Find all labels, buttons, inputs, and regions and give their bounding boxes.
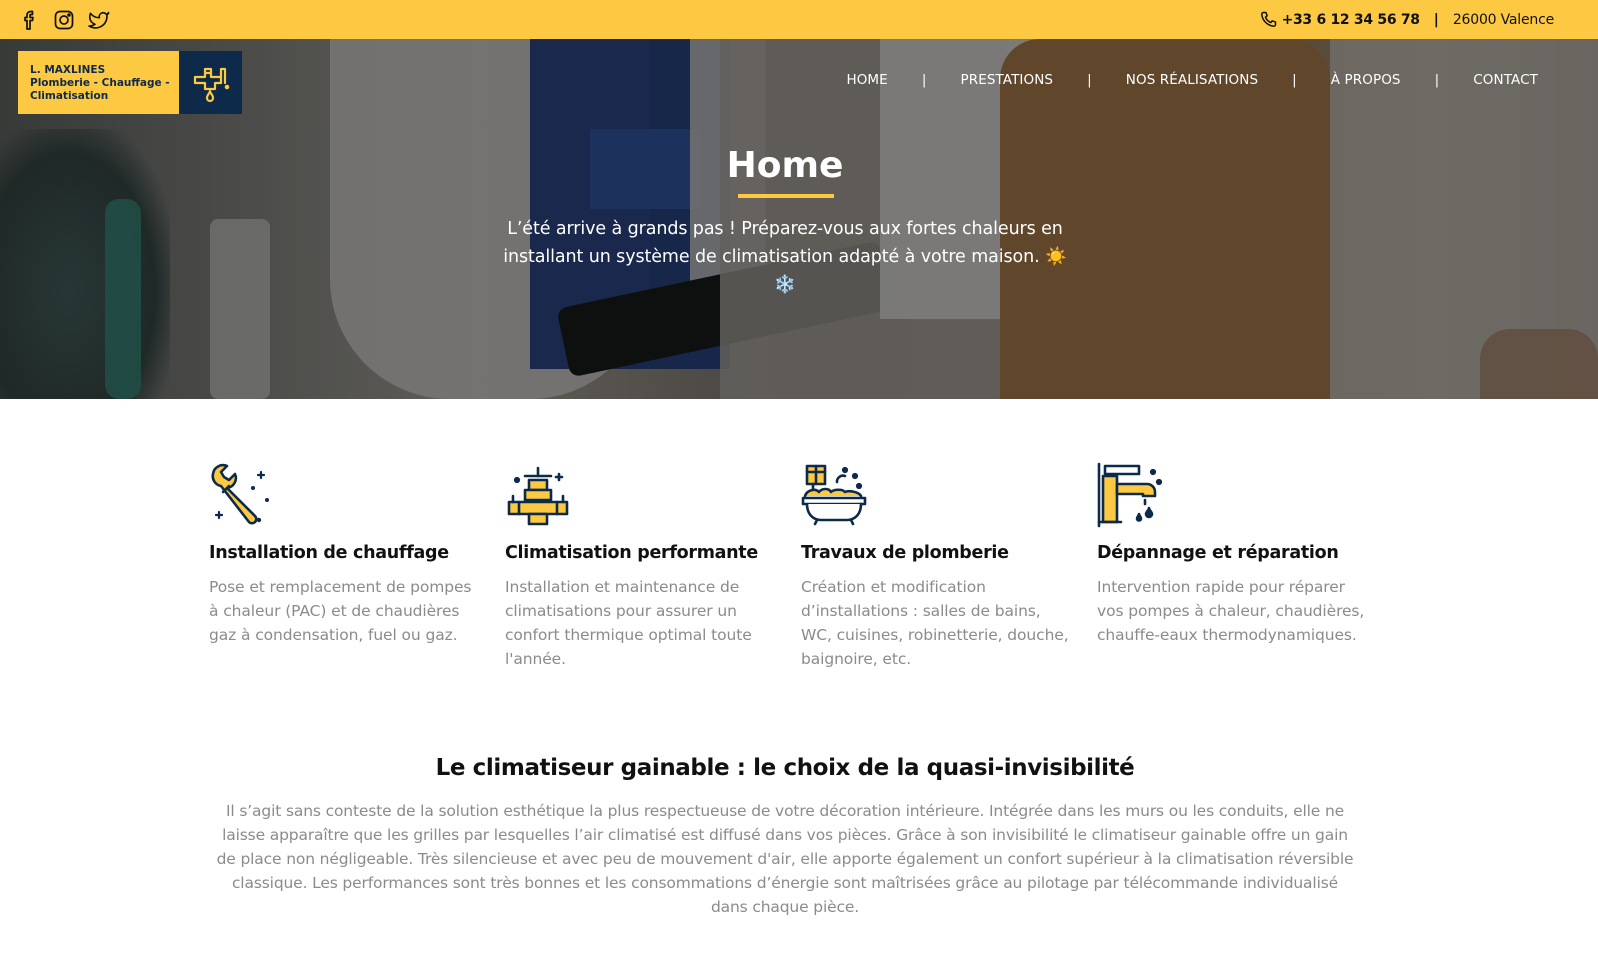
instagram-icon[interactable] xyxy=(52,8,76,32)
section-title: Le climatiseur gainable : le choix de la… xyxy=(435,755,1135,781)
service-title: Installation de chauffage xyxy=(209,543,449,563)
service-card: Dépannage et réparation Intervention rap… xyxy=(1097,462,1367,647)
bathtub-icon xyxy=(801,464,867,526)
wrench-icon xyxy=(211,463,269,525)
contact-separator: | xyxy=(1433,11,1439,28)
service-text: Pose et remplacement de pompes à chaleur… xyxy=(209,578,472,644)
service-title: Climatisation performante xyxy=(505,543,758,563)
service-text: Création et modification d’installations… xyxy=(801,578,1069,668)
phone-icon xyxy=(1260,11,1276,27)
logo-line-1: L. MAXLINES xyxy=(30,64,106,76)
twitter-icon[interactable] xyxy=(87,8,111,32)
service-text: Intervention rapide pour réparer vos pom… xyxy=(1097,578,1365,644)
service-card: Installation de chauffage Pose et rempla… xyxy=(209,462,479,647)
nav-separator: | xyxy=(1292,72,1297,88)
service-card: Climatisation performante Installation e… xyxy=(505,462,775,671)
faucet-icon xyxy=(1097,462,1163,528)
nav-realisations[interactable]: NOS RÉALISATIONS xyxy=(1126,72,1258,88)
facebook-icon[interactable] xyxy=(18,8,42,32)
service-title: Travaux de plomberie xyxy=(801,543,1009,563)
hero-text: L’été arrive à grands pas ! Préparez-vou… xyxy=(503,219,1067,295)
section-text: Il s’agit sans conteste de la solution e… xyxy=(216,802,1354,916)
logo-line-2: Plomberie - Chauffage - xyxy=(30,77,170,89)
logo-line-3: Climatisation xyxy=(30,90,109,102)
logo-pipe-icon xyxy=(179,51,242,114)
top-bar: +33 6 12 34 56 78 | 26000 Valence xyxy=(0,0,1598,39)
nav-separator: | xyxy=(1087,72,1092,88)
logo-text: L. MAXLINES Plomberie - Chauffage - Clim… xyxy=(18,51,179,114)
service-card: Travaux de plomberie Création et modific… xyxy=(801,462,1071,671)
nav-separator: | xyxy=(1434,72,1440,88)
service-title: Dépannage et réparation xyxy=(1097,543,1339,563)
nav-separator: | xyxy=(921,72,927,88)
page-title: Home xyxy=(726,145,844,186)
logo[interactable]: L. MAXLINES Plomberie - Chauffage - Clim… xyxy=(18,51,242,114)
phone-number[interactable]: +33 6 12 34 56 78 xyxy=(1282,12,1420,28)
title-underline xyxy=(738,194,834,198)
main-nav: HOME | PRESTATIONS | NOS RÉALISATIONS | … xyxy=(846,72,1538,88)
service-text: Installation et maintenance de climatisa… xyxy=(505,578,752,668)
city-location: 26000 Valence xyxy=(1452,11,1554,28)
nav-prestations[interactable]: PRESTATIONS xyxy=(960,72,1053,88)
nav-contact[interactable]: CONTACT xyxy=(1473,72,1538,88)
nav-a-propos[interactable]: À PROPOS xyxy=(1331,72,1401,88)
valve-pipe-icon xyxy=(507,466,569,526)
contact-info: +33 6 12 34 56 78 | 26000 Valence xyxy=(1258,0,1554,39)
nav-home[interactable]: HOME xyxy=(846,72,887,88)
